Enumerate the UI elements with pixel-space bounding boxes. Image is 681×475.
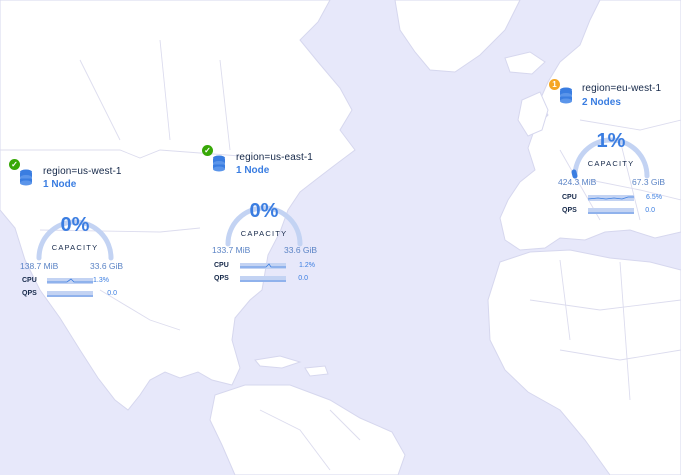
cpu-sparkline (588, 195, 634, 201)
region-name: region=eu-west-1 (582, 83, 662, 94)
capacity-percent: 1% (596, 130, 626, 152)
cpu-sparkline (240, 263, 286, 269)
capacity-label: CAPACITY (51, 243, 99, 252)
database-stack-icon (20, 169, 32, 186)
cpu-value: 1.3% (93, 277, 109, 284)
cpu-label: CPU (214, 262, 229, 269)
database-stack-icon (560, 87, 572, 104)
qps-label: QPS (214, 275, 229, 282)
capacity-label: CAPACITY (587, 159, 635, 168)
capacity-percent: 0% (60, 214, 90, 236)
capacity-percent: 0% (249, 200, 279, 222)
node-count: 2 Nodes (582, 97, 621, 108)
database-stack-icon (213, 155, 225, 172)
qps-sparkline (240, 276, 286, 282)
cpu-value: 6.5% (646, 194, 662, 201)
qps-sparkline (47, 291, 93, 297)
node-count: 1 Node (43, 179, 77, 190)
memory-used: 138.7 MiB (20, 261, 59, 271)
node-count: 1 Node (236, 165, 270, 176)
qps-value: 0.0 (645, 207, 655, 214)
qps-label: QPS (22, 290, 37, 297)
landmass-caribbean-2 (304, 365, 329, 377)
cpu-label: CPU (22, 277, 37, 284)
memory-total: 67.3 GiB (632, 177, 666, 187)
qps-sparkline (588, 208, 634, 214)
landmass-caribbean (254, 355, 302, 369)
landmass-africa (487, 249, 681, 475)
memory-used: 133.7 MiB (212, 245, 251, 255)
capacity-label: CAPACITY (240, 229, 288, 238)
landmass-south-america (209, 384, 406, 475)
cpu-label: CPU (562, 194, 577, 201)
cpu-value: 1.2% (299, 262, 315, 269)
landmass-greenland (394, 0, 521, 73)
region-name: region=us-east-1 (236, 152, 313, 163)
memory-used: 424.3 MiB (558, 177, 597, 187)
qps-value: 0.0 (298, 275, 308, 282)
region-name: region=us-west-1 (43, 166, 122, 177)
qps-label: QPS (562, 207, 577, 214)
qps-value: 0.0 (107, 290, 117, 297)
memory-total: 33.6 GiB (284, 245, 318, 255)
landmass-iceland (504, 51, 546, 75)
memory-total: 33.6 GiB (90, 261, 124, 271)
